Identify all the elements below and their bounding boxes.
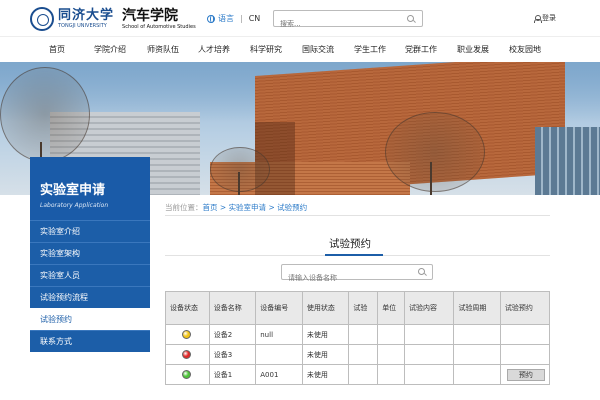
unit-cell	[377, 364, 405, 385]
search-icon[interactable]	[407, 15, 414, 22]
test-cell	[348, 344, 379, 365]
device-code-cell	[255, 344, 303, 365]
sidebar-title: 实验室申请	[40, 183, 106, 198]
use-status-cell: 未使用	[301, 324, 350, 345]
language-option-cn[interactable]: CN	[249, 14, 261, 23]
test-period-cell	[453, 364, 501, 385]
breadcrumb-home[interactable]: 首页	[203, 203, 218, 212]
column-header-unit: 单位	[377, 291, 405, 325]
device-table: 设备状态 设备名称 设备编号 使用状态 试验 单位 试验内容 试验周期 试验预约…	[165, 291, 551, 385]
test-period-cell	[453, 324, 501, 345]
page-title: 试验预约	[329, 238, 371, 250]
nav-item-career[interactable]: 职业发展	[457, 44, 489, 55]
main-nav: 首页 学院介绍 师资队伍 人才培养 科学研究 国际交流 学生工作 党群工作 职业…	[0, 36, 600, 62]
sidebar-item-lab-intro[interactable]: 实验室介绍	[30, 220, 150, 242]
site-header: 同济大学 TONGJI UNIVERSITY 汽车学院 School of Au…	[0, 0, 600, 36]
column-header-use-status: 使用状态	[301, 291, 350, 325]
device-code-cell: null	[255, 324, 303, 345]
sidebar-item-booking-process[interactable]: 试验预约流程	[30, 286, 150, 308]
nav-item-about[interactable]: 学院介绍	[94, 44, 126, 55]
university-name-en: TONGJI UNIVERSITY	[58, 23, 107, 29]
table-row: 设备3 未使用	[165, 344, 551, 365]
test-cell	[348, 364, 379, 385]
globe-icon	[207, 14, 215, 23]
nav-item-party[interactable]: 党群工作	[405, 44, 437, 55]
nav-item-alumni[interactable]: 校友园地	[509, 44, 541, 55]
status-indicator-icon	[182, 330, 191, 339]
language-label: 语言	[218, 14, 234, 23]
university-name-cn: 同济大学	[58, 8, 115, 23]
university-seal-icon	[30, 7, 54, 31]
school-name-cn: 汽车学院	[122, 7, 179, 24]
breadcrumb-separator: >	[266, 203, 278, 212]
breadcrumb-current[interactable]: 试验预约	[277, 203, 307, 212]
device-name-cell: 设备3	[208, 344, 257, 365]
test-content-cell	[403, 364, 455, 385]
sidebar-item-contact[interactable]: 联系方式	[30, 330, 150, 352]
sidebar: 实验室申请 Laboratory Application 实验室介绍 实验室架构…	[30, 157, 150, 352]
language-separator: |	[240, 14, 243, 23]
table-row: 设备1 A001 未使用 预约	[165, 364, 551, 385]
login-label: 登录	[542, 14, 556, 22]
use-status-cell: 未使用	[301, 344, 350, 365]
school-name-en: School of Automotive Studies	[122, 23, 196, 30]
breadcrumb-lab-application[interactable]: 实验室申请	[229, 203, 267, 212]
nav-item-research[interactable]: 科学研究	[250, 44, 282, 55]
nav-item-international[interactable]: 国际交流	[302, 44, 334, 55]
booking-cell	[499, 344, 551, 365]
device-name-cell: 设备2	[208, 324, 257, 345]
unit-cell	[377, 324, 405, 345]
device-name-cell: 设备1	[208, 364, 257, 385]
column-header-test: 试验	[348, 291, 379, 325]
sidebar-item-lab-structure[interactable]: 实验室架构	[30, 242, 150, 264]
column-header-name: 设备名称	[208, 291, 257, 325]
column-header-test-period: 试验周期	[453, 291, 501, 325]
login-link[interactable]: 登录	[534, 13, 556, 23]
breadcrumb-prefix: 当前位置：	[165, 203, 203, 212]
unit-cell	[377, 344, 405, 365]
test-cell	[348, 324, 379, 345]
sidebar-header: 实验室申请 Laboratory Application	[30, 157, 150, 220]
status-indicator-icon	[182, 370, 191, 379]
test-period-cell	[453, 344, 501, 365]
breadcrumb-divider	[165, 215, 550, 216]
user-icon	[534, 14, 542, 23]
device-search	[281, 264, 433, 285]
table-row: 设备2 null 未使用	[165, 324, 551, 345]
device-code-cell: A001	[255, 364, 303, 385]
site-search	[273, 10, 423, 32]
site-logo[interactable]: 同济大学 TONGJI UNIVERSITY 汽车学院 School of Au…	[30, 6, 196, 32]
nav-item-student-affairs[interactable]: 学生工作	[354, 44, 386, 55]
test-content-cell	[403, 344, 455, 365]
status-cell	[165, 364, 210, 385]
column-header-test-content: 试验内容	[403, 291, 455, 325]
use-status-cell: 未使用	[301, 364, 350, 385]
device-search-input[interactable]	[282, 271, 407, 285]
site-search-input[interactable]	[274, 16, 394, 32]
sidebar-item-lab-staff[interactable]: 实验室人员	[30, 264, 150, 286]
search-icon[interactable]	[418, 268, 425, 275]
language-switcher[interactable]: 语言 | CN	[207, 13, 260, 24]
title-underline	[325, 254, 383, 256]
status-indicator-icon	[182, 350, 191, 359]
column-header-code: 设备编号	[255, 291, 303, 325]
column-header-booking: 试验预约	[499, 291, 551, 325]
status-cell	[165, 344, 210, 365]
booking-cell: 预约	[499, 364, 551, 385]
book-button[interactable]: 预约	[506, 368, 545, 381]
nav-item-faculty[interactable]: 师资队伍	[147, 44, 179, 55]
nav-item-home[interactable]: 首页	[49, 44, 65, 55]
booking-cell	[499, 324, 551, 345]
column-header-status: 设备状态	[165, 291, 210, 325]
sidebar-item-booking[interactable]: 试验预约	[30, 308, 150, 330]
sidebar-subtitle: Laboratory Application	[40, 202, 109, 209]
status-cell	[165, 324, 210, 345]
breadcrumb: 当前位置：首页 > 实验室申请 > 试验预约	[165, 202, 307, 213]
nav-item-education[interactable]: 人才培养	[198, 44, 230, 55]
breadcrumb-separator: >	[217, 203, 229, 212]
table-header-row: 设备状态 设备名称 设备编号 使用状态 试验 单位 试验内容 试验周期 试验预约	[165, 291, 551, 325]
test-content-cell	[403, 324, 455, 345]
